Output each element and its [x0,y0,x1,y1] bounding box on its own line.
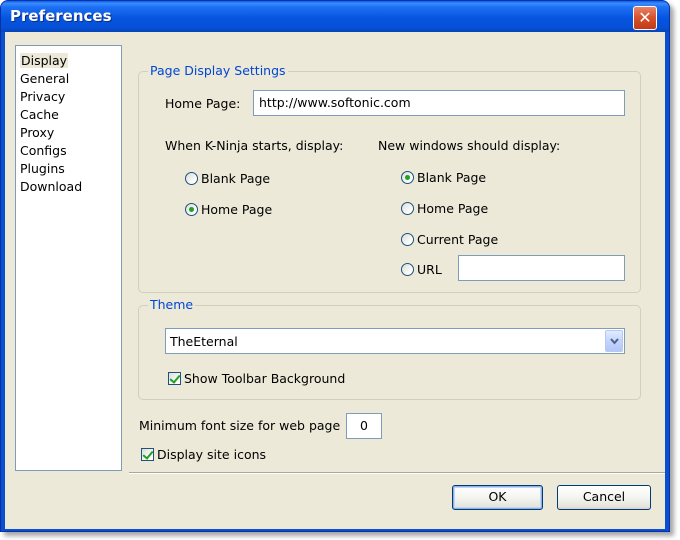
close-button[interactable]: ✕ [633,6,657,30]
checkbox-checked-icon [141,447,154,461]
close-icon: ✕ [638,8,652,27]
newwin-current-page-radio[interactable]: Current Page [401,230,498,248]
url-input[interactable] [458,255,625,281]
ok-button[interactable]: OK [452,485,543,510]
sidebar-item-proxy[interactable]: Proxy [20,124,121,142]
radio-selected-icon [185,202,198,216]
radio-selected-icon [401,170,414,184]
sidebar-item-privacy[interactable]: Privacy [20,88,121,106]
sidebar-item-cache[interactable]: Cache [20,106,121,124]
radio-icon [401,201,414,215]
theme-selected-value: TheEternal [170,334,238,349]
new-window-display-label: New windows should display: [378,138,561,153]
cancel-button[interactable]: Cancel [557,485,651,510]
radio-icon [185,171,198,185]
button-separator [129,472,665,474]
show-toolbar-background-checkbox[interactable]: Show Toolbar Background [168,370,345,386]
startup-display-label: When K-Ninja starts, display: [165,138,344,153]
preferences-window: Preferences ✕ Display General Privacy Ca… [0,0,670,532]
radio-icon [401,262,414,276]
theme-group: Theme TheEternal Show Toolbar Background [138,297,641,400]
theme-group-title: Theme [148,297,196,313]
newwin-home-page-radio[interactable]: Home Page [401,199,488,217]
sidebar-item-configs[interactable]: Configs [20,142,121,160]
min-font-size-input[interactable]: 0 [346,413,382,439]
home-page-input[interactable]: http://www.softonic.com [253,90,625,116]
window-title: Preferences [10,7,112,25]
display-site-icons-checkbox[interactable]: Display site icons [141,446,266,462]
category-list[interactable]: Display General Privacy Cache Proxy Conf… [15,45,122,471]
page-display-group: Page Display Settings Home Page: http://… [138,63,641,293]
radio-icon [401,232,414,246]
newwin-url-radio[interactable]: URL [401,260,442,278]
sidebar-item-general[interactable]: General [20,70,121,88]
min-font-size-label: Minimum font size for web page [139,418,341,433]
sidebar-item-download[interactable]: Download [20,178,121,196]
startup-home-page-radio[interactable]: Home Page [185,200,272,218]
checkbox-checked-icon [168,371,181,385]
sidebar-item-plugins[interactable]: Plugins [20,160,121,178]
home-page-label: Home Page: [165,96,241,111]
title-bar[interactable]: Preferences ✕ [1,1,669,32]
newwin-blank-page-radio[interactable]: Blank Page [401,168,486,186]
dialog-body: Display General Privacy Cache Proxy Conf… [5,32,665,529]
dropdown-button[interactable] [605,330,623,352]
startup-blank-page-radio[interactable]: Blank Page [185,169,270,187]
sidebar-item-display[interactable]: Display [20,52,121,70]
theme-select[interactable]: TheEternal [165,328,625,354]
page-display-group-title: Page Display Settings [148,63,288,79]
chevron-down-icon [610,338,619,345]
